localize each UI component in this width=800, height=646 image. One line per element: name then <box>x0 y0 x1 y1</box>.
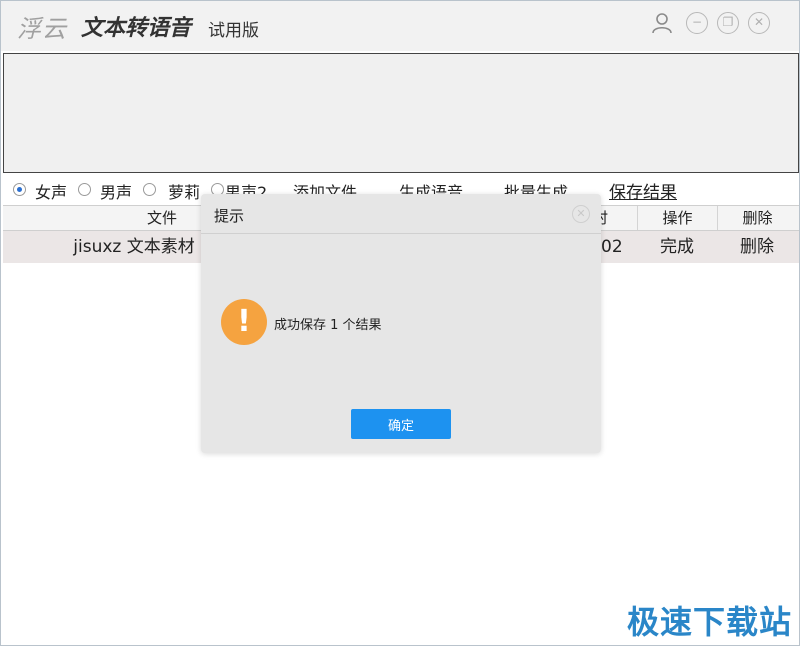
dialog-close-icon[interactable]: ✕ <box>572 205 590 223</box>
radio-label-loli-voice[interactable]: 萝莉 <box>168 179 200 203</box>
radio-female-voice[interactable] <box>13 183 26 196</box>
text-input[interactable] <box>3 53 799 173</box>
confirm-button[interactable]: 确定 <box>351 409 451 439</box>
radio-label-female-voice[interactable]: 女声 <box>35 179 67 203</box>
title-bar: 浮云 文本转语音 试用版 − ❐ ✕ <box>1 1 799 51</box>
brand-name: 浮云 <box>17 15 67 43</box>
close-icon[interactable]: ✕ <box>748 12 770 34</box>
column-header-operation: 操作 <box>637 206 717 230</box>
app-window: 浮云 文本转语音 试用版 − ❐ ✕ 女声 男声 萝莉 男声2 添加文件 生成语… <box>0 0 800 646</box>
radio-male-voice[interactable] <box>78 183 91 196</box>
edition-label: 试用版 <box>208 21 259 41</box>
save-results-button[interactable]: 保存结果 <box>609 178 677 203</box>
row-operation-status: 完成 <box>660 237 694 257</box>
maximize-icon[interactable]: ❐ <box>717 12 739 34</box>
user-icon[interactable] <box>651 12 673 34</box>
dialog-message: 成功保存 1 个结果 <box>274 318 382 333</box>
dialog-header: 提示 ✕ <box>201 194 601 234</box>
dialog-title: 提示 <box>214 207 245 225</box>
warning-icon: ! <box>221 299 267 345</box>
row-delete-button[interactable]: 删除 <box>717 231 797 263</box>
info-dialog: 提示 ✕ ! 成功保存 1 个结果 确定 <box>201 194 601 453</box>
column-header-delete: 删除 <box>717 206 797 230</box>
radio-label-male-voice[interactable]: 男声 <box>100 179 132 203</box>
app-title: 文本转语音 <box>81 16 192 41</box>
minimize-icon[interactable]: − <box>686 12 708 34</box>
watermark-logo: 极速下载站 <box>627 603 793 641</box>
radio-loli-voice[interactable] <box>143 183 156 196</box>
